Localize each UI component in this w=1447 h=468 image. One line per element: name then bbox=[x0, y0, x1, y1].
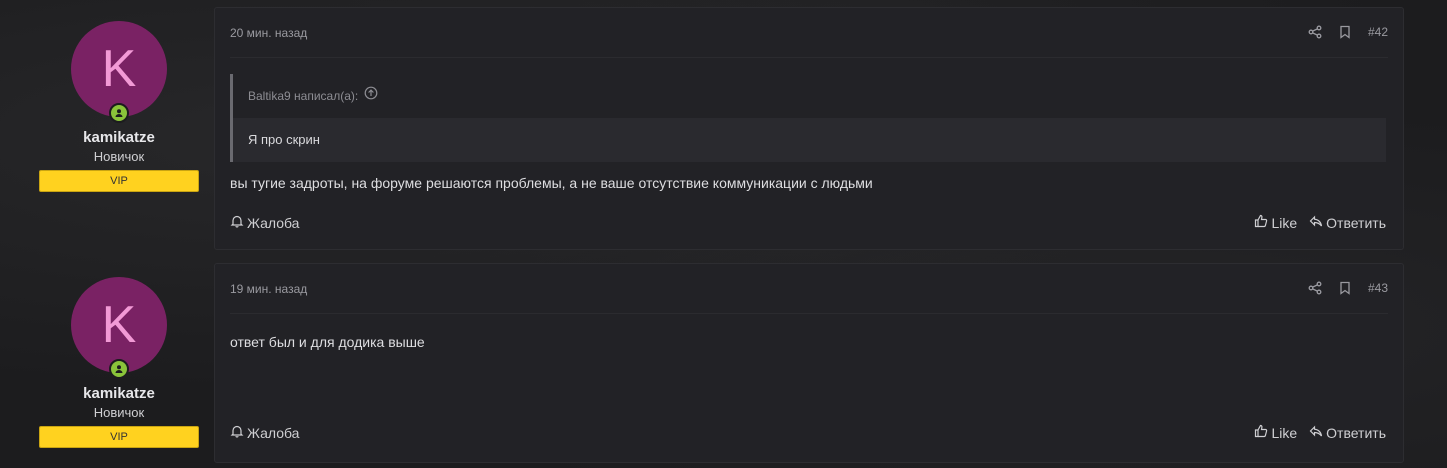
like-label: Like bbox=[1271, 214, 1298, 231]
user-info: K kamikatze Новичок VIP bbox=[38, 21, 200, 192]
reply-button[interactable]: Ответить bbox=[1309, 424, 1386, 441]
quote-text: Я про скрин bbox=[233, 118, 1386, 162]
post-number[interactable]: #42 bbox=[1368, 25, 1388, 39]
share-icon[interactable] bbox=[1308, 281, 1322, 295]
like-button[interactable]: Like bbox=[1254, 424, 1297, 441]
reply-icon bbox=[1309, 214, 1323, 231]
report-label: Жалоба bbox=[247, 214, 300, 231]
post-number[interactable]: #43 bbox=[1368, 281, 1388, 295]
quote-block: Baltika9 написал(а): Я про скрин bbox=[230, 74, 1386, 162]
bookmark-icon[interactable] bbox=[1338, 281, 1352, 295]
username[interactable]: kamikatze bbox=[38, 385, 200, 402]
vip-badge: VIP bbox=[39, 170, 199, 192]
post-time[interactable]: 20 мин. назад bbox=[230, 26, 307, 40]
vip-badge: VIP bbox=[39, 426, 199, 448]
user-title: Новичок bbox=[93, 149, 145, 164]
like-label: Like bbox=[1271, 424, 1298, 441]
divider bbox=[230, 313, 1388, 314]
share-icon[interactable] bbox=[1308, 25, 1322, 39]
reply-button[interactable]: Ответить bbox=[1309, 214, 1386, 231]
avatar[interactable]: K bbox=[71, 277, 167, 379]
like-button[interactable]: Like bbox=[1254, 214, 1297, 231]
post-header: 20 мин. назад #42 bbox=[230, 25, 1388, 44]
avatar-letter: K bbox=[101, 40, 137, 98]
username[interactable]: kamikatze bbox=[38, 129, 200, 146]
thumbs-up-icon bbox=[1254, 214, 1268, 231]
bookmark-icon[interactable] bbox=[1338, 25, 1352, 39]
avatar[interactable]: K bbox=[71, 21, 167, 123]
post-card: 20 мин. назад #42 Baltika9 написал(а): Я… bbox=[214, 7, 1404, 250]
post-header: 19 мин. назад #43 bbox=[230, 281, 1388, 300]
report-button[interactable]: Жалоба bbox=[230, 424, 299, 441]
post-message: вы тугие задроты, на форуме решаются про… bbox=[230, 175, 873, 191]
post-footer: Жалоба Like Ответить bbox=[230, 214, 1386, 234]
quote-header[interactable]: Baltika9 написал(а): bbox=[233, 74, 1386, 118]
divider bbox=[230, 57, 1388, 58]
report-button[interactable]: Жалоба bbox=[230, 214, 299, 231]
post-time[interactable]: 19 мин. назад bbox=[230, 282, 307, 296]
online-status-icon bbox=[109, 103, 129, 123]
user-info: K kamikatze Новичок VIP bbox=[38, 277, 200, 448]
post-43: K kamikatze Новичок VIP 19 мин. назад #4… bbox=[0, 263, 1447, 463]
post-42: K kamikatze Новичок VIP 20 мин. назад #4… bbox=[0, 7, 1447, 250]
thumbs-up-icon bbox=[1254, 424, 1268, 441]
reply-icon bbox=[1309, 424, 1323, 441]
avatar-letter: K bbox=[101, 296, 137, 354]
user-title: Новичок bbox=[93, 405, 145, 420]
bell-icon bbox=[230, 424, 244, 441]
arrow-up-circle-icon[interactable] bbox=[364, 74, 378, 118]
online-status-icon bbox=[109, 359, 129, 379]
post-footer: Жалоба Like Ответить bbox=[230, 424, 1386, 444]
post-card: 19 мин. назад #43 ответ был и для додика… bbox=[214, 263, 1404, 463]
post-message: ответ был и для додика выше bbox=[230, 334, 425, 350]
bell-icon bbox=[230, 214, 244, 231]
report-label: Жалоба bbox=[247, 424, 300, 441]
reply-label: Ответить bbox=[1326, 214, 1386, 231]
quote-author: Baltika9 написал(а): bbox=[248, 89, 359, 103]
reply-label: Ответить bbox=[1326, 424, 1386, 441]
